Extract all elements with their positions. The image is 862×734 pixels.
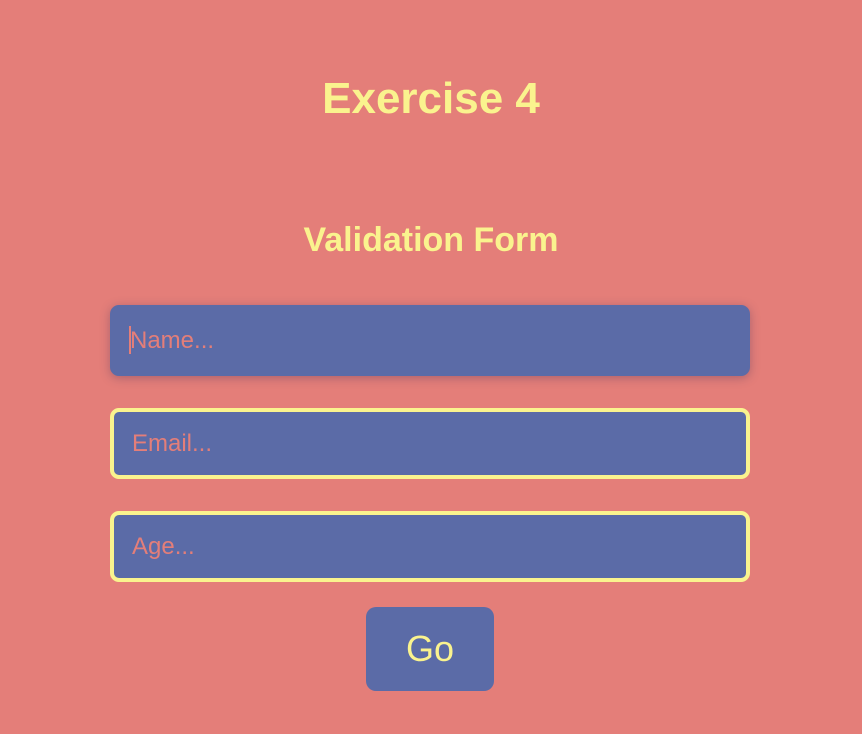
page-title: Exercise 4 [322, 74, 540, 123]
age-input[interactable] [110, 511, 750, 582]
form-heading: Validation Form [303, 221, 559, 259]
page: Exercise 4 Validation Form Go [0, 0, 862, 734]
email-input[interactable] [110, 408, 750, 479]
go-button[interactable]: Go [366, 607, 494, 691]
name-input[interactable] [110, 305, 750, 376]
text-cursor [129, 326, 131, 354]
